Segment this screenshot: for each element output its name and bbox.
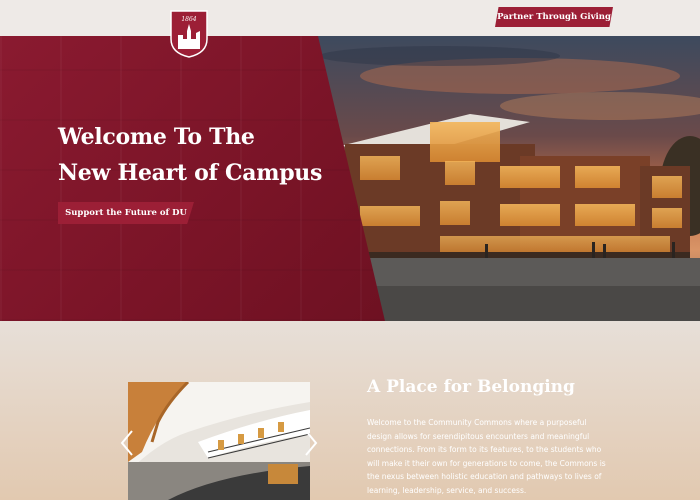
chevron-left-icon xyxy=(120,430,133,456)
chevron-right-icon xyxy=(305,430,318,456)
partner-through-giving-button[interactable]: Partner Through Giving xyxy=(495,7,613,27)
gallery-carousel[interactable] xyxy=(128,382,310,500)
hero-title-line2: New Heart of Campus xyxy=(58,160,323,186)
support-future-button[interactable]: Support the Future of DU xyxy=(58,202,194,224)
belonging-title: A Place for Belonging xyxy=(367,377,575,397)
gallery-interior-image xyxy=(128,382,310,500)
gallery-next-button[interactable] xyxy=(301,427,321,459)
hero-title: Welcome To The New Heart of Campus xyxy=(58,119,358,191)
gallery-prev-button[interactable] xyxy=(117,427,137,459)
crest-year: 1864 xyxy=(181,16,196,23)
university-crest-logo[interactable]: 1864 xyxy=(169,9,209,59)
hero-title-line1: Welcome To The xyxy=(58,124,255,150)
belonging-description: Welcome to the Community Commons where a… xyxy=(367,418,606,495)
hero-section: Welcome To The New Heart of Campus Suppo… xyxy=(0,36,700,321)
